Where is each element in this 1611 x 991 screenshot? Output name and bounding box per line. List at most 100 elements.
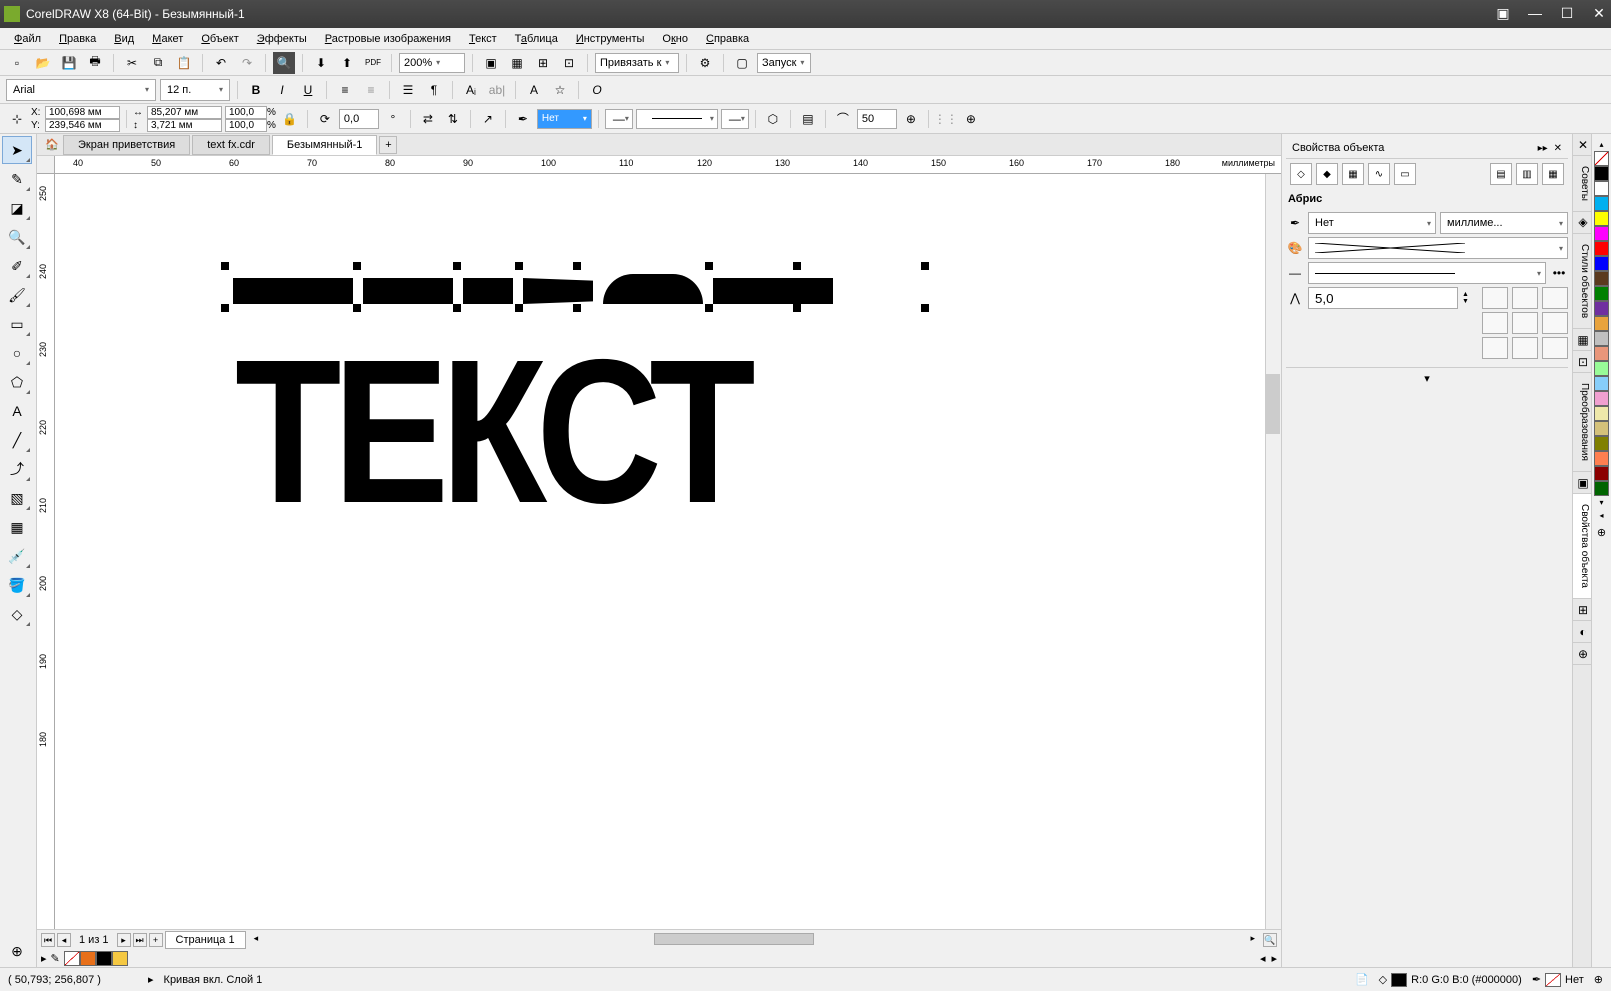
outline-unit-input[interactable]: миллиме... xyxy=(1440,212,1568,234)
color-bar-menu-icon[interactable]: ▸ xyxy=(41,952,47,965)
edit-text-button[interactable]: ab| xyxy=(486,79,508,101)
plus-button[interactable]: ⊕ xyxy=(960,108,982,130)
palette-swatch[interactable] xyxy=(1594,376,1609,391)
docker-close-icon[interactable]: ✕ xyxy=(1554,143,1562,154)
customize-tool[interactable]: ⊕ xyxy=(2,937,32,965)
opentype-button[interactable]: O xyxy=(586,79,608,101)
mirror-h-button[interactable]: ⇄ xyxy=(417,108,439,130)
guides-button[interactable]: ⊡ xyxy=(558,52,580,74)
transparency-tab[interactable]: ▦ xyxy=(1342,163,1364,185)
color-bar-right-icon[interactable]: ▸ xyxy=(1271,952,1277,965)
zoom-combo[interactable]: 200%▾ xyxy=(399,53,465,73)
wrap-text-button[interactable]: ▤ xyxy=(797,108,819,130)
outline-width-combo[interactable]: Нет▾ xyxy=(537,109,592,129)
artistic-tool[interactable]: 🖌 xyxy=(2,281,32,309)
font-options-button[interactable]: A xyxy=(523,79,545,101)
connector-tool[interactable]: ⤴ xyxy=(2,455,32,483)
search-button[interactable]: 🔍 xyxy=(273,52,295,74)
menu-file[interactable]: Файл xyxy=(6,31,49,47)
palette-swatch[interactable] xyxy=(1594,211,1609,226)
menu-tools[interactable]: Инструменты xyxy=(568,31,653,47)
horizontal-ruler[interactable]: 40 50 60 70 80 90 100 110 120 130 140 15… xyxy=(55,156,1281,174)
miter-input[interactable] xyxy=(1308,287,1458,309)
color-swatch[interactable] xyxy=(112,951,128,966)
frame-tab[interactable]: ▭ xyxy=(1394,163,1416,185)
outline-swatch[interactable] xyxy=(1545,973,1561,987)
freehand-tool[interactable]: ✐ xyxy=(2,252,32,280)
rulers-button[interactable]: ▦ xyxy=(506,52,528,74)
palette-swatch[interactable] xyxy=(1594,256,1609,271)
palette-add-button[interactable]: ⊕ xyxy=(1597,526,1606,539)
palette-swatch[interactable] xyxy=(1594,451,1609,466)
zoom-fit-button[interactable]: 🔍 xyxy=(1263,933,1277,947)
tolerance-input[interactable]: 50 xyxy=(857,109,897,129)
align2-button[interactable]: ≡ xyxy=(360,79,382,101)
cut-button[interactable]: ✂ xyxy=(121,52,143,74)
height-input[interactable] xyxy=(147,119,222,132)
launch-combo[interactable]: Запуск▾ xyxy=(757,53,811,73)
end-arrow-combo[interactable]: — xyxy=(721,109,749,129)
paste-button[interactable]: 📋 xyxy=(173,52,195,74)
align-button[interactable]: ≡ xyxy=(334,79,356,101)
scalex-input[interactable] xyxy=(225,106,267,119)
palette-swatch[interactable] xyxy=(1594,406,1609,421)
snap-combo[interactable]: Привязать к▾ xyxy=(595,53,679,73)
page-add-button[interactable]: + xyxy=(149,933,163,947)
obj-mgr-icon[interactable]: ⊞ xyxy=(1573,599,1593,621)
palette-swatch[interactable] xyxy=(1594,421,1609,436)
scaley-input[interactable] xyxy=(225,119,267,132)
print-button[interactable]: 🖶 xyxy=(84,52,106,74)
styles-tab[interactable]: Стили объектов xyxy=(1573,234,1593,329)
outline-style-input[interactable] xyxy=(1308,262,1546,284)
mirror-v-button[interactable]: ⇅ xyxy=(442,108,464,130)
lock-ratio-button[interactable]: 🔒 xyxy=(279,108,301,130)
palette-expand-button[interactable]: ◂ xyxy=(1597,509,1605,522)
transparency-tool[interactable]: ▦ xyxy=(2,513,32,541)
palette-swatch[interactable] xyxy=(1594,286,1609,301)
pos1-button[interactable] xyxy=(1482,337,1508,359)
rotation-input[interactable]: 0,0 xyxy=(339,109,379,129)
import-button[interactable]: ⬇ xyxy=(310,52,332,74)
line-style-combo[interactable] xyxy=(636,109,718,129)
cap3-button[interactable] xyxy=(1542,312,1568,334)
palette-up-button[interactable]: ▴ xyxy=(1597,138,1605,151)
palette-swatch[interactable] xyxy=(1594,316,1609,331)
dimension-tool[interactable]: ╱ xyxy=(2,426,32,454)
palette-swatch[interactable] xyxy=(1594,466,1609,481)
fill-swatch[interactable] xyxy=(1391,973,1407,987)
tolerance-apply-button[interactable]: ⊕ xyxy=(900,108,922,130)
redo-button[interactable]: ↷ xyxy=(236,52,258,74)
add-tab-button[interactable]: + xyxy=(379,136,397,154)
polygon-tool[interactable]: ⬠ xyxy=(2,368,32,396)
minimize-button[interactable]: — xyxy=(1527,6,1543,22)
page-next-button[interactable]: ▸ xyxy=(117,933,131,947)
convert-button[interactable]: ⋮⋮ xyxy=(935,108,957,130)
view-mode2-button[interactable]: ▥ xyxy=(1516,163,1538,185)
eyedropper-tool[interactable]: 💉 xyxy=(2,542,32,570)
italic-button[interactable]: I xyxy=(271,79,293,101)
canvas[interactable]: ТЕКСТ xyxy=(55,174,1265,929)
pdf-button[interactable]: PDF xyxy=(362,52,384,74)
palette-swatch[interactable] xyxy=(1594,436,1609,451)
transform-icon[interactable]: ⊡ xyxy=(1573,351,1593,373)
palette-swatch[interactable] xyxy=(1594,331,1609,346)
start-arrow-combo[interactable]: — xyxy=(605,109,633,129)
pick-tool[interactable]: ➤ xyxy=(2,136,32,164)
outline-tool[interactable]: ◇ xyxy=(2,600,32,628)
palette-swatch[interactable] xyxy=(1594,481,1609,496)
color-swatch[interactable] xyxy=(80,951,96,966)
home-icon[interactable]: 🏠 xyxy=(43,136,61,154)
dropshadow-tool[interactable]: ▧ xyxy=(2,484,32,512)
corner3-button[interactable] xyxy=(1542,287,1568,309)
status-add-icon[interactable]: ⊕ xyxy=(1594,973,1603,986)
file2-tab[interactable]: Безымянный-1 xyxy=(272,135,378,155)
addons-button[interactable]: ▢ xyxy=(731,52,753,74)
new-button[interactable]: ▫ xyxy=(6,52,28,74)
palette-swatch[interactable] xyxy=(1594,226,1609,241)
corner1-button[interactable] xyxy=(1482,287,1508,309)
page-last-button[interactable]: ⏭ xyxy=(133,933,147,947)
docker-collapse-icon[interactable]: ▸▸ xyxy=(1538,143,1548,154)
vertical-ruler[interactable]: 250 240 230 220 210 200 190 180 xyxy=(37,174,55,929)
char-button[interactable]: Aᵢ xyxy=(460,79,482,101)
outline-width-input[interactable]: Нет xyxy=(1308,212,1436,234)
